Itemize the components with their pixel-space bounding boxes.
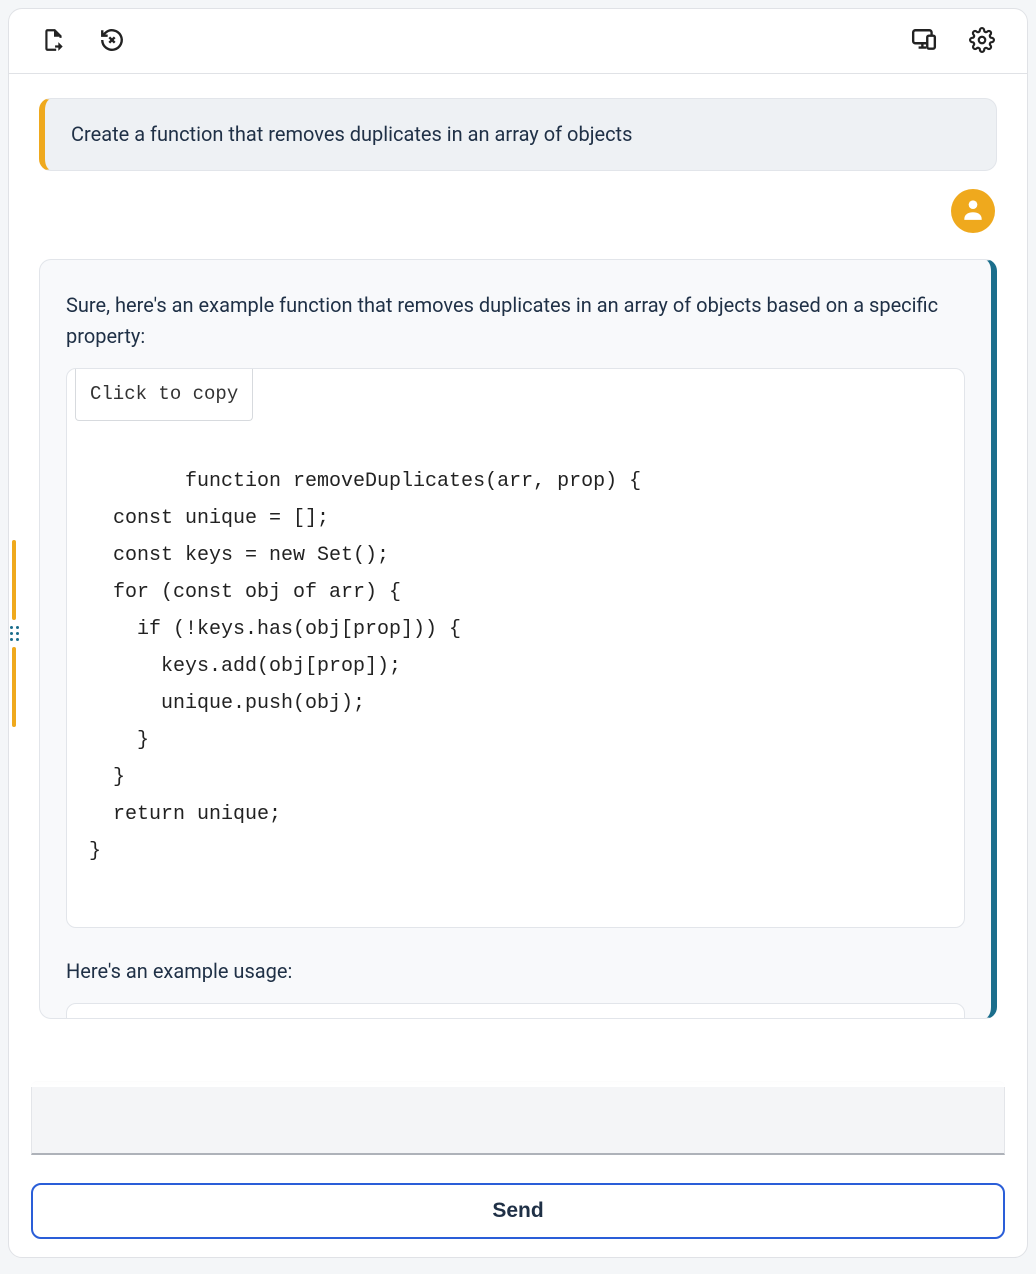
input-area: Send	[31, 1081, 1005, 1239]
import-file-button[interactable]	[39, 27, 69, 57]
display-button[interactable]	[909, 27, 939, 57]
user-avatar	[951, 189, 995, 233]
code-content-1: function removeDuplicates(arr, prop) { c…	[89, 470, 641, 863]
person-icon	[960, 196, 986, 226]
user-message-text: Create a function that removes duplicate…	[71, 122, 632, 146]
toolbar	[9, 9, 1027, 74]
app-window: Create a function that removes duplicate…	[8, 8, 1028, 1258]
display-icon	[911, 27, 937, 57]
reset-icon	[99, 27, 125, 57]
settings-button[interactable]	[967, 27, 997, 57]
chat-area: Create a function that removes duplicate…	[9, 74, 1027, 1257]
assistant-intro-text: Sure, here's an example function that re…	[66, 290, 965, 352]
copy-code-button[interactable]: Click to copy	[75, 369, 253, 421]
reset-button[interactable]	[97, 27, 127, 57]
code-block-2: const arr = [ { id: 1, name: 'John' }, {…	[66, 1003, 965, 1019]
message-input[interactable]	[31, 1081, 1005, 1155]
assistant-usage-label: Here's an example usage:	[66, 956, 965, 987]
code-block-1: Click to copy function removeDuplicates(…	[66, 368, 965, 928]
settings-icon	[969, 27, 995, 57]
import-file-icon	[41, 27, 67, 57]
user-message-bubble: Create a function that removes duplicate…	[39, 98, 997, 171]
assistant-message-bubble: Sure, here's an example function that re…	[39, 259, 997, 1019]
send-button[interactable]: Send	[31, 1183, 1005, 1239]
